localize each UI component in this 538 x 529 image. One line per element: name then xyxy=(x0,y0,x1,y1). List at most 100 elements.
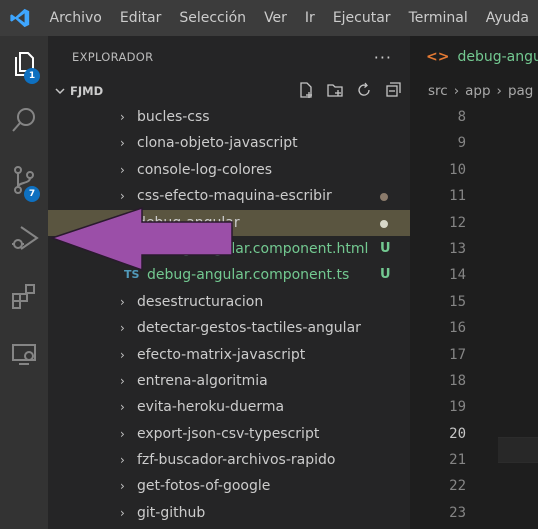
tree-item-label: desestructuracion xyxy=(137,293,264,310)
tree-item-folder[interactable]: › clona-objeto-javascript xyxy=(48,130,410,156)
breadcrumb-item[interactable]: src xyxy=(428,83,448,99)
tree-item-label: clona-objeto-javascript xyxy=(137,135,298,152)
tree-item-folder[interactable]: › export-json-csv-typescript xyxy=(48,421,410,447)
extensions-icon xyxy=(12,284,35,309)
new-folder-icon[interactable] xyxy=(326,81,344,99)
tree-item-folder[interactable]: › evita-heroku-duerma xyxy=(48,394,410,420)
tree-item-folder[interactable]: › git-github xyxy=(48,500,410,526)
breadcrumb: src › app › pag xyxy=(410,78,538,104)
tree-item-folder[interactable]: › console-log-colores xyxy=(48,157,410,183)
activity-bar: 1 7 xyxy=(0,36,48,529)
tree-item-label: export-json-csv-typescript xyxy=(137,425,320,442)
extensions-button[interactable] xyxy=(0,272,48,320)
tree-item-folder[interactable]: › css-efecto-maquina-escribir xyxy=(48,183,410,209)
line-number: 13 xyxy=(449,240,466,257)
current-line-highlight xyxy=(498,437,538,463)
line-number-gutter: 8 9 10 11 12 13 14 15 16 17 18 19 20 21 … xyxy=(410,104,470,526)
breadcrumb-item[interactable]: app xyxy=(465,83,490,99)
tree-item-folder[interactable]: › fzf-buscador-archivos-rapido xyxy=(48,447,410,473)
editor-tab[interactable]: <> debug-angular xyxy=(410,36,538,78)
tree-item-label: entrena-algoritmia xyxy=(137,372,268,389)
sidebar-title: EXPLORADOR xyxy=(72,50,154,64)
explorer-sidebar: EXPLORADOR ··· FJMD › bucles-css › clona-o… xyxy=(48,36,410,529)
line-number: 8 xyxy=(457,109,466,125)
collapse-all-icon[interactable] xyxy=(384,81,402,99)
section-actions xyxy=(297,81,402,99)
remote-explorer-button[interactable] xyxy=(0,330,48,378)
menu-terminal[interactable]: Terminal xyxy=(400,0,477,36)
tree-item-folder[interactable]: › entrena-algoritmia xyxy=(48,368,410,394)
chevron-right-icon: › xyxy=(453,83,460,99)
tree-item-label: debug-angular.component.html xyxy=(147,240,369,257)
untracked-status: U xyxy=(380,240,391,256)
chevron-right-icon: › xyxy=(120,426,125,441)
chevron-right-icon: › xyxy=(120,453,125,468)
source-control-button[interactable]: 7 xyxy=(0,156,48,204)
chevron-right-icon: › xyxy=(120,110,125,124)
new-file-icon[interactable] xyxy=(297,81,315,99)
tree-item-folder[interactable]: › detectar-gestos-tactiles-angular xyxy=(48,315,410,341)
remote-explorer-icon xyxy=(12,344,36,365)
tree-item-folder[interactable]: › desestructuracion xyxy=(48,289,410,315)
menu-ver[interactable]: Ver xyxy=(255,0,296,36)
line-number: 16 xyxy=(449,320,466,337)
tree-item-label: get-fotos-of-google xyxy=(137,478,271,495)
line-number: 21 xyxy=(449,452,466,469)
tree-item-label: git-github xyxy=(137,504,206,521)
angular-component-icon: <> xyxy=(426,49,450,65)
tree-item-label: css-efecto-maquina-escribir xyxy=(137,188,332,205)
menu-ayuda[interactable]: Ayuda xyxy=(477,0,538,36)
tree-item-label: fzf-buscador-archivos-rapido xyxy=(137,452,336,469)
tree-item-label: console-log-colores xyxy=(137,161,273,178)
line-number: 22 xyxy=(449,478,466,495)
tab-label: debug-angular xyxy=(457,49,538,65)
menu-archivo[interactable]: Archivo xyxy=(41,0,111,36)
tree-item-folder[interactable]: › efecto-matrix-javascript xyxy=(48,342,410,368)
file-tree: › bucles-css › clona-objeto-javascript › co… xyxy=(48,104,410,526)
menu-ejecutar[interactable]: Ejecutar xyxy=(324,0,400,36)
menu-ir[interactable]: Ir xyxy=(296,0,324,36)
typescript-file-icon: TS xyxy=(124,268,140,282)
workspace-title: FJMD xyxy=(70,84,104,98)
run-debug-icon xyxy=(12,226,39,250)
untracked-status: U xyxy=(380,267,391,283)
refresh-icon[interactable] xyxy=(355,81,373,99)
tree-item-folder[interactable]: › bucles-css xyxy=(48,104,410,130)
chevron-right-icon: › xyxy=(120,294,125,309)
line-number-current: 20 xyxy=(449,425,466,442)
line-number: 19 xyxy=(449,399,466,416)
line-number: 10 xyxy=(449,161,466,178)
menu-editar[interactable]: Editar xyxy=(111,0,170,36)
line-number: 14 xyxy=(449,267,466,284)
sidebar-header: EXPLORADOR ··· xyxy=(48,36,410,78)
tree-item-folder-selected[interactable]: ⌄ debug-angular xyxy=(48,209,410,236)
chevron-right-icon: › xyxy=(120,347,125,362)
line-number: 12 xyxy=(449,214,466,231)
menu-bar: Archivo Editar Selección Ver Ir Ejecutar… xyxy=(0,0,538,36)
chevron-right-icon: › xyxy=(120,373,125,388)
line-number: 15 xyxy=(449,293,466,310)
chevron-down-icon xyxy=(55,88,65,95)
workspace-section-header[interactable]: FJMD xyxy=(48,78,410,104)
more-actions-icon[interactable]: ··· xyxy=(374,48,392,67)
chevron-right-icon: › xyxy=(120,505,125,520)
search-button[interactable] xyxy=(0,96,48,144)
breadcrumb-item[interactable]: pag xyxy=(508,83,533,99)
tree-item-label: debug-angular.component.ts xyxy=(147,267,350,284)
tree-item-label: efecto-matrix-javascript xyxy=(137,346,306,363)
modified-dot xyxy=(380,193,388,202)
chevron-right-icon: › xyxy=(496,83,502,99)
tree-item-folder[interactable]: › get-fotos-of-google xyxy=(48,473,410,499)
tree-item-file[interactable]: TS debug-angular.component.ts U xyxy=(48,262,410,288)
line-number: 11 xyxy=(449,188,466,205)
tree-item-label: debug-angular xyxy=(137,214,240,231)
run-debug-button[interactable] xyxy=(0,214,48,262)
editor-area: <> debug-angular src › app › pag 8 9 10 … xyxy=(410,36,538,529)
explorer-button[interactable]: 1 xyxy=(0,40,48,88)
tree-item-label: evita-heroku-duerma xyxy=(137,399,285,416)
chevron-right-icon: › xyxy=(120,400,125,415)
chevron-right-icon: › xyxy=(120,321,125,336)
tree-item-file[interactable]: debug-angular.component.html U xyxy=(48,236,410,262)
menu-seleccion[interactable]: Selección xyxy=(170,0,255,36)
chevron-down-icon: ⌄ xyxy=(120,215,131,230)
